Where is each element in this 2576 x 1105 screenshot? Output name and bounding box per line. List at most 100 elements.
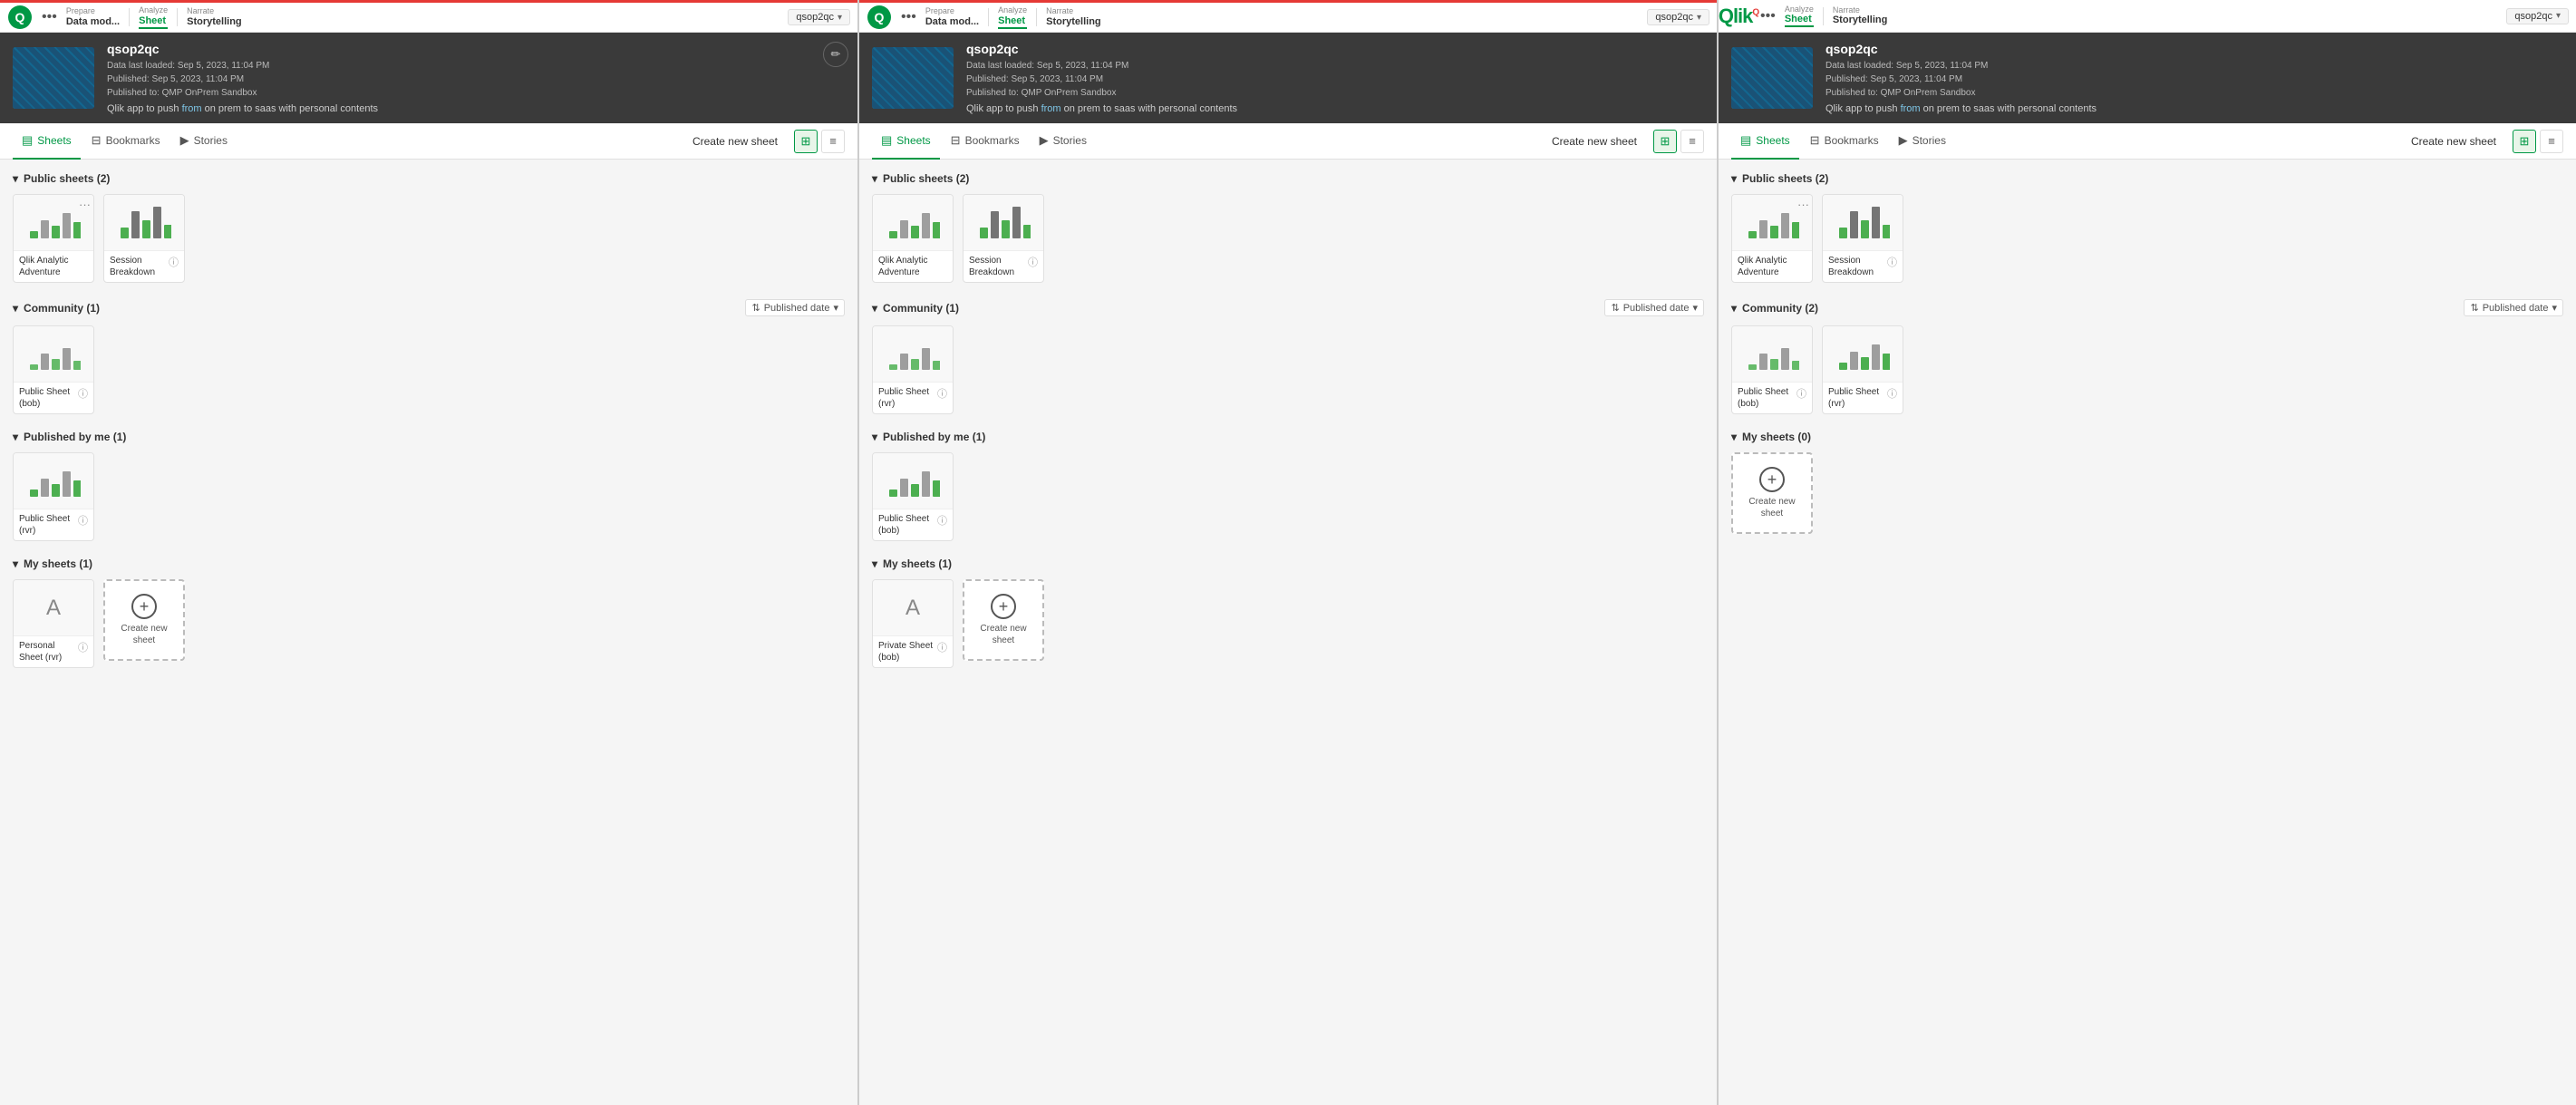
topbar-section-1[interactable]: NarrateStorytelling <box>1833 5 1888 27</box>
create-sheet-card[interactable]: + Create newsheet <box>963 579 1044 661</box>
sheet-thumbnail <box>873 195 953 251</box>
list-view-button[interactable]: ≡ <box>821 130 845 153</box>
app-badge[interactable]: qsop2qc▾ <box>1647 9 1709 25</box>
sheet-ellipsis-btn[interactable]: ··· <box>79 198 91 211</box>
logo[interactable]: Q <box>7 5 33 30</box>
sheet-thumbnail <box>1823 195 1903 251</box>
sheet-card[interactable]: Public Sheet (rvr)ⓘ <box>872 325 954 414</box>
sheet-card[interactable]: Session Breakdownⓘ <box>103 194 185 283</box>
from-link[interactable]: from <box>1901 103 1921 114</box>
section-title[interactable]: ▾Published by me (1) <box>13 431 126 443</box>
section-title[interactable]: ▾My sheets (0) <box>1731 431 1811 443</box>
sheet-info-btn[interactable]: ⓘ <box>937 513 947 528</box>
sheet-info-btn[interactable]: ⓘ <box>78 386 88 401</box>
tab-stories[interactable]: ▶Stories <box>1031 123 1096 160</box>
sheet-info-btn[interactable]: ⓘ <box>78 513 88 528</box>
topbar: QlikQ ••• AnalyzeSheet NarrateStorytelling q… <box>1719 0 2576 33</box>
more-options-btn[interactable]: ••• <box>38 7 61 27</box>
create-sheet-card[interactable]: + Create newsheet <box>1731 452 1813 534</box>
tab-sheets[interactable]: ▤Sheets <box>13 123 81 160</box>
sheet-info-btn[interactable]: ⓘ <box>78 640 88 654</box>
sheet-info-btn[interactable]: ⓘ <box>169 255 179 269</box>
more-options-btn[interactable]: ••• <box>1757 6 1779 26</box>
grid-view-button[interactable]: ⊞ <box>1653 130 1677 153</box>
more-options-btn[interactable]: ••• <box>897 7 920 27</box>
app-badge[interactable]: qsop2qc▾ <box>788 9 850 25</box>
section-value: Storytelling <box>1046 16 1101 28</box>
tab-bookmarks[interactable]: ⊟Bookmarks <box>942 123 1029 160</box>
sheet-info-btn[interactable]: ⓘ <box>937 386 947 401</box>
section-label: Narrate <box>1046 6 1101 16</box>
topbar-section-0[interactable]: PrepareData mod... <box>925 6 979 28</box>
tab-stories[interactable]: ▶Stories <box>1890 123 1955 160</box>
section-title[interactable]: ▾Community (2) <box>1731 302 1818 315</box>
section-title[interactable]: ▾Public sheets (2) <box>13 172 110 185</box>
sheet-card[interactable]: Public Sheet (bob)ⓘ <box>1731 325 1813 414</box>
sheet-info-btn[interactable]: ⓘ <box>1796 386 1806 401</box>
topbar-section-0[interactable]: PrepareData mod... <box>66 6 120 28</box>
list-view-button[interactable]: ≡ <box>1680 130 1704 153</box>
sheet-info-btn[interactable]: ⓘ <box>1887 386 1897 401</box>
sheet-card[interactable]: APrivate Sheet (bob)ⓘ <box>872 579 954 668</box>
sheet-thumbnail: ··· <box>1732 195 1812 251</box>
tab-stories[interactable]: ▶Stories <box>171 123 237 160</box>
sheet-card[interactable]: Qlik Analytic Adventure <box>872 194 954 283</box>
section-title[interactable]: ▾Public sheets (2) <box>872 172 969 185</box>
grid-view-button[interactable]: ⊞ <box>794 130 818 153</box>
logo[interactable]: QlikQ <box>1726 4 1751 29</box>
from-link[interactable]: from <box>182 103 202 114</box>
sheet-info-btn[interactable]: ⓘ <box>1028 255 1038 269</box>
sheet-card[interactable]: Session Breakdownⓘ <box>1822 194 1903 283</box>
section-sort-btn[interactable]: ⇅Published date▾ <box>2464 299 2563 316</box>
sheet-card[interactable]: Public Sheet (rvr)ⓘ <box>1822 325 1903 414</box>
tab-sheets[interactable]: ▤Sheets <box>872 123 940 160</box>
topbar-section-0[interactable]: AnalyzeSheet <box>1785 5 1814 28</box>
topbar-section-2[interactable]: NarrateStorytelling <box>187 6 242 28</box>
sheet-thumbnail <box>873 326 953 383</box>
sheet-card[interactable]: ···Qlik Analytic Adventure <box>13 194 94 283</box>
section-title[interactable]: ▾Community (1) <box>13 302 100 315</box>
list-view-button[interactable]: ≡ <box>2540 130 2563 153</box>
tab-bookmarks[interactable]: ⊟Bookmarks <box>82 123 169 160</box>
sheet-card[interactable]: ···Qlik Analytic Adventure <box>1731 194 1813 283</box>
badge-chevron: ▾ <box>838 13 842 23</box>
sheet-info-btn[interactable]: ⓘ <box>1887 255 1897 269</box>
section-title[interactable]: ▾My sheets (1) <box>872 557 952 570</box>
tab-bookmarks[interactable]: ⊟Bookmarks <box>1801 123 1888 160</box>
app-name: qsop2qc <box>1825 42 2563 56</box>
create-new-sheet-button[interactable]: Create new sheet <box>1545 131 1644 151</box>
tab-sheets[interactable]: ▤Sheets <box>1731 123 1799 160</box>
view-toggle: ⊞≡ <box>794 130 845 153</box>
sheet-ellipsis-btn[interactable]: ··· <box>1797 198 1809 211</box>
create-new-sheet-button[interactable]: Create new sheet <box>2404 131 2503 151</box>
sheet-card[interactable]: Public Sheet (rvr)ⓘ <box>13 452 94 541</box>
grid-view-button[interactable]: ⊞ <box>2513 130 2536 153</box>
create-new-sheet-button[interactable]: Create new sheet <box>685 131 785 151</box>
sheet-card[interactable]: Public Sheet (bob)ⓘ <box>13 325 94 414</box>
qlik-logo-svg: Q <box>7 5 33 30</box>
sheet-card[interactable]: Public Sheet (bob)ⓘ <box>872 452 954 541</box>
section-0: ▾Public sheets (2) Qlik Analytic Adventur… <box>872 172 1704 283</box>
topbar-section-1[interactable]: AnalyzeSheet <box>998 5 1027 29</box>
app-badge[interactable]: qsop2qc▾ <box>2506 8 2569 24</box>
edit-button[interactable]: ✏ <box>823 42 848 67</box>
section-title-text: Public sheets (2) <box>1742 172 1828 185</box>
from-link[interactable]: from <box>1041 103 1061 114</box>
topbar-section-2[interactable]: NarrateStorytelling <box>1046 6 1101 28</box>
section-sort-btn[interactable]: ⇅Published date▾ <box>1604 299 1704 316</box>
create-sheet-card[interactable]: + Create newsheet <box>103 579 185 661</box>
section-title[interactable]: ▾Published by me (1) <box>872 431 985 443</box>
section-label: Analyze <box>139 5 168 15</box>
sheet-card[interactable]: Session Breakdownⓘ <box>963 194 1044 283</box>
section-chevron: ▾ <box>13 172 18 185</box>
topbar-section-1[interactable]: AnalyzeSheet <box>139 5 168 29</box>
section-sort-btn[interactable]: ⇅Published date▾ <box>745 299 845 316</box>
app-description: Qlik app to push from on prem to saas wi… <box>107 103 845 114</box>
section-title[interactable]: ▾Public sheets (2) <box>1731 172 1828 185</box>
section-title[interactable]: ▾My sheets (1) <box>13 557 92 570</box>
sheet-info-btn[interactable]: ⓘ <box>937 640 947 654</box>
sheet-card[interactable]: APersonal Sheet (rvr)ⓘ <box>13 579 94 668</box>
section-title[interactable]: ▾Community (1) <box>872 302 959 315</box>
logo[interactable]: Q <box>867 5 892 30</box>
list-icon: ≡ <box>829 134 837 148</box>
